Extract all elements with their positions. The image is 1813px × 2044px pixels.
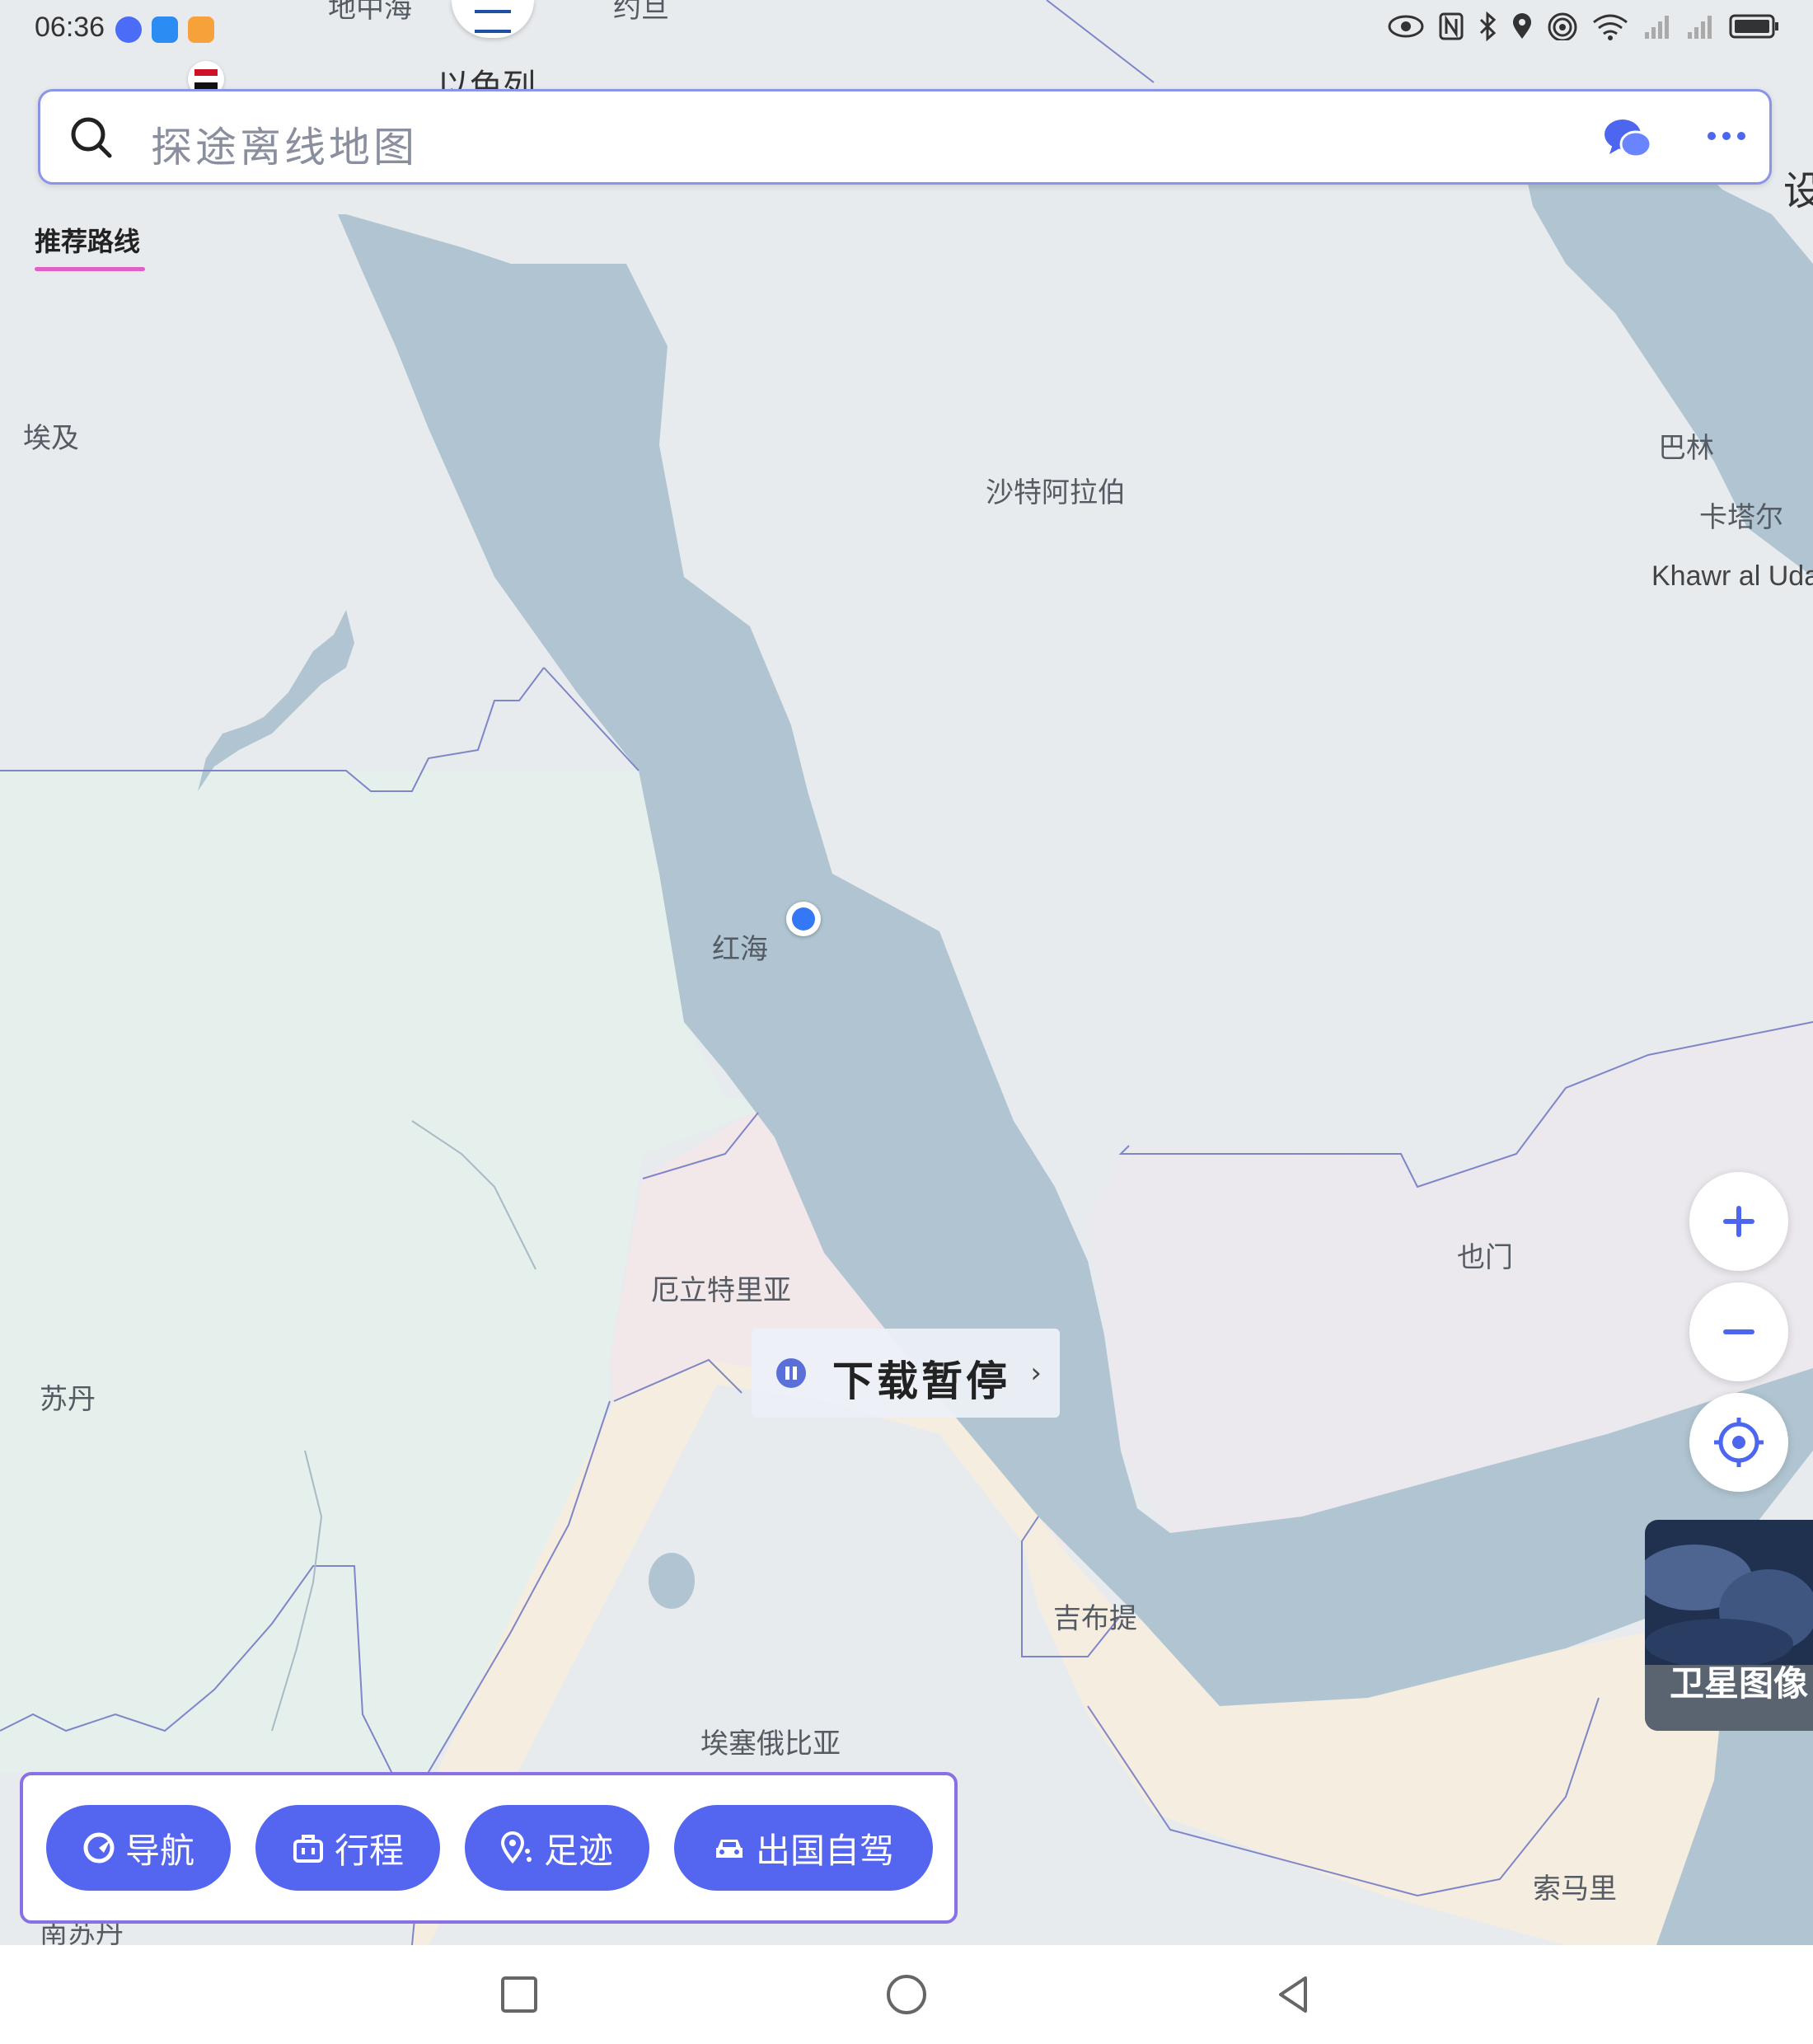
notes-app-icon bbox=[188, 16, 214, 43]
label-ethiopia: 埃塞俄比亚 bbox=[700, 1728, 841, 1760]
recent-apps-button[interactable] bbox=[494, 1970, 544, 2019]
car-icon bbox=[715, 1840, 743, 1858]
label-yemen: 也门 bbox=[1457, 1241, 1513, 1274]
lake-tana bbox=[649, 1553, 695, 1609]
locate-me-button[interactable] bbox=[1689, 1393, 1788, 1492]
map-canvas[interactable] bbox=[0, 0, 1813, 1945]
navigation-button[interactable]: 导航 bbox=[46, 1805, 231, 1891]
status-time: 06:36 bbox=[35, 12, 105, 43]
label-djibouti: 吉布提 bbox=[1053, 1602, 1137, 1635]
label-red-sea: 红海 bbox=[712, 933, 768, 966]
location-dot-icon bbox=[792, 907, 815, 931]
label-sudan: 苏丹 bbox=[40, 1383, 96, 1416]
egypt-flag-icon bbox=[194, 69, 218, 89]
drive-abroad-label: 出国自驾 bbox=[755, 1830, 894, 1871]
eye-icon bbox=[1388, 15, 1424, 38]
chat-icon[interactable] bbox=[1601, 115, 1654, 164]
zoom-out-button[interactable] bbox=[1689, 1282, 1788, 1381]
status-bar: 06:36 bbox=[0, 0, 1813, 59]
home-button[interactable] bbox=[882, 1970, 931, 2019]
more-icon[interactable] bbox=[1702, 120, 1751, 152]
satellite-label: 卫星图像 bbox=[1670, 1663, 1809, 1704]
tab-recommended-routes[interactable]: 推荐路线 bbox=[35, 221, 140, 259]
tab-underline bbox=[35, 267, 145, 271]
location-icon bbox=[1513, 13, 1531, 39]
label-egypt: 埃及 bbox=[23, 422, 79, 455]
action-bar: 导航 行程 足迹 出国自驾 bbox=[20, 1772, 958, 1924]
label-eritrea: 厄立特里亚 bbox=[651, 1274, 791, 1307]
download-status-label: 下载暂停 bbox=[832, 1357, 1010, 1405]
wifi-icon bbox=[1593, 14, 1628, 40]
battery-icon bbox=[1729, 14, 1778, 39]
minus-icon bbox=[1723, 1329, 1754, 1334]
crosshair-icon bbox=[1714, 1418, 1764, 1467]
drive-abroad-button[interactable]: 出国自驾 bbox=[674, 1805, 933, 1891]
hotspot-icon bbox=[1548, 12, 1577, 40]
label-qatar: 卡塔尔 bbox=[1699, 501, 1783, 534]
navigation-label: 导航 bbox=[124, 1830, 194, 1871]
bluetooth-icon bbox=[1479, 12, 1497, 41]
current-location-marker[interactable] bbox=[786, 902, 821, 936]
system-nav-bar bbox=[0, 1945, 1813, 2044]
download-status-chip[interactable]: 下载暂停 › bbox=[752, 1329, 1060, 1418]
itinerary-label: 行程 bbox=[334, 1830, 404, 1871]
pause-icon bbox=[776, 1358, 806, 1388]
footprint-pin-icon bbox=[500, 1831, 532, 1864]
nfc-icon bbox=[1439, 12, 1464, 40]
footprint-button[interactable]: 足迹 bbox=[465, 1805, 649, 1891]
label-khawr-al-udaid: Khawr al Uda bbox=[1651, 560, 1813, 592]
chevron-right-icon: › bbox=[1030, 1357, 1042, 1390]
label-saudi-arabia: 沙特阿拉伯 bbox=[986, 476, 1126, 509]
itinerary-button[interactable]: 行程 bbox=[255, 1805, 440, 1891]
navigation-icon bbox=[83, 1832, 115, 1864]
label-settings-edge: 设 bbox=[1783, 168, 1813, 214]
signal-1-icon bbox=[1645, 16, 1669, 39]
zoom-in-button[interactable] bbox=[1689, 1172, 1788, 1271]
status-icons bbox=[1388, 12, 1780, 41]
satellite-view-button[interactable]: 卫星图像 bbox=[1645, 1520, 1813, 1731]
music-app-icon bbox=[115, 16, 142, 43]
search-input[interactable]: 探途离线地图 bbox=[151, 115, 418, 174]
label-bahrain: 巴林 bbox=[1658, 432, 1714, 465]
label-somalia: 索马里 bbox=[1533, 1873, 1617, 1906]
plus-icon bbox=[1723, 1206, 1754, 1237]
signal-2-icon bbox=[1688, 16, 1712, 39]
footprint-label: 足迹 bbox=[543, 1830, 613, 1871]
luggage-icon bbox=[293, 1835, 323, 1863]
search-icon[interactable] bbox=[67, 113, 116, 162]
weather-app-icon bbox=[152, 16, 178, 43]
search-bar[interactable]: 探途离线地图 bbox=[38, 89, 1772, 185]
back-button[interactable] bbox=[1269, 1970, 1319, 2019]
